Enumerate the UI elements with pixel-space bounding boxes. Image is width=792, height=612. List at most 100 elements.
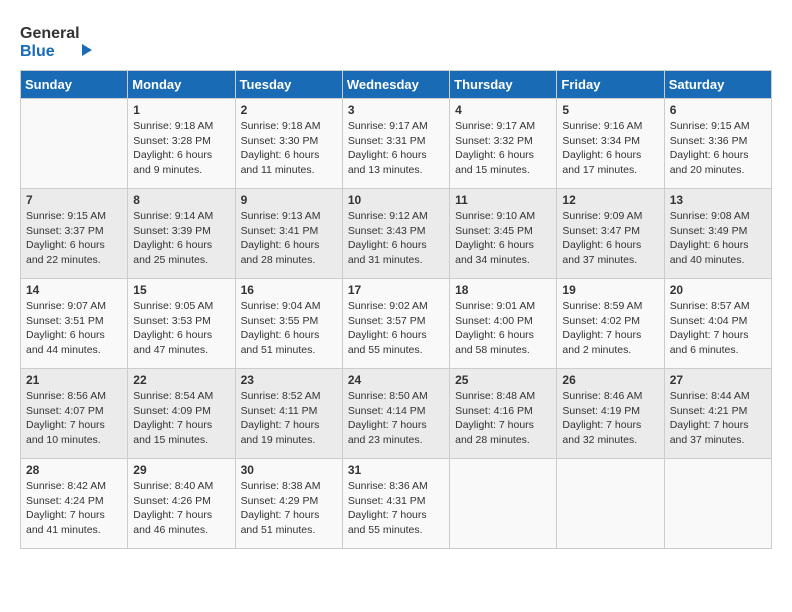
calendar-cell: 1 Sunrise: 9:18 AMSunset: 3:28 PMDaylight…	[128, 99, 235, 189]
weekday-header-thursday: Thursday	[450, 71, 557, 99]
day-info: Sunrise: 9:18 AMSunset: 3:30 PMDaylight:…	[241, 119, 337, 178]
calendar-cell: 2 Sunrise: 9:18 AMSunset: 3:30 PMDaylight…	[235, 99, 342, 189]
page-header: GeneralBlue	[20, 20, 772, 60]
day-number: 7	[26, 193, 122, 207]
calendar-cell: 24Sunrise: 8:50 AMSunset: 4:14 PMDayligh…	[342, 369, 449, 459]
day-info: Sunrise: 9:01 AMSunset: 4:00 PMDaylight:…	[455, 299, 551, 358]
calendar-cell: 29 Sunrise: 8:40 AMSunset: 4:26 PMDayligh…	[128, 459, 235, 549]
day-number: 8	[133, 193, 229, 207]
day-number: 12	[562, 193, 658, 207]
day-info: Sunrise: 8:48 AMSunset: 4:16 PMDaylight:…	[455, 389, 551, 448]
day-number: 25	[455, 373, 551, 387]
day-number: 5	[562, 103, 658, 117]
calendar-cell: 3 Sunrise: 9:17 AMSunset: 3:31 PMDaylight…	[342, 99, 449, 189]
calendar-cell	[450, 459, 557, 549]
day-number: 17	[348, 283, 444, 297]
calendar-cell: 4 Sunrise: 9:17 AMSunset: 3:32 PMDaylight…	[450, 99, 557, 189]
calendar-cell: 6 Sunrise: 9:15 AMSunset: 3:36 PMDaylight…	[664, 99, 771, 189]
day-number: 11	[455, 193, 551, 207]
day-number: 3	[348, 103, 444, 117]
calendar-cell: 19Sunrise: 8:59 AMSunset: 4:02 PMDayligh…	[557, 279, 664, 369]
calendar-cell: 7 Sunrise: 9:15 AMSunset: 3:37 PMDaylight…	[21, 189, 128, 279]
day-number: 26	[562, 373, 658, 387]
day-number: 16	[241, 283, 337, 297]
day-info: Sunrise: 8:56 AMSunset: 4:07 PMDaylight:…	[26, 389, 122, 448]
day-number: 18	[455, 283, 551, 297]
day-info: Sunrise: 8:40 AMSunset: 4:26 PMDaylight:…	[133, 479, 229, 538]
day-number: 10	[348, 193, 444, 207]
day-number: 29	[133, 463, 229, 477]
day-info: Sunrise: 9:18 AMSunset: 3:28 PMDaylight:…	[133, 119, 229, 178]
day-info: Sunrise: 9:17 AMSunset: 3:32 PMDaylight:…	[455, 119, 551, 178]
day-info: Sunrise: 9:04 AMSunset: 3:55 PMDaylight:…	[241, 299, 337, 358]
day-info: Sunrise: 8:42 AMSunset: 4:24 PMDaylight:…	[26, 479, 122, 538]
day-info: Sunrise: 9:13 AMSunset: 3:41 PMDaylight:…	[241, 209, 337, 268]
svg-text:General: General	[20, 25, 80, 42]
day-number: 19	[562, 283, 658, 297]
day-info: Sunrise: 8:57 AMSunset: 4:04 PMDaylight:…	[670, 299, 766, 358]
logo: GeneralBlue	[20, 20, 100, 60]
day-info: Sunrise: 9:10 AMSunset: 3:45 PMDaylight:…	[455, 209, 551, 268]
day-number: 1	[133, 103, 229, 117]
day-number: 27	[670, 373, 766, 387]
svg-text:Blue: Blue	[20, 43, 55, 60]
day-number: 23	[241, 373, 337, 387]
calendar-cell: 5 Sunrise: 9:16 AMSunset: 3:34 PMDaylight…	[557, 99, 664, 189]
calendar-table: SundayMondayTuesdayWednesdayThursdayFrid…	[20, 70, 772, 549]
calendar-week-row: 28Sunrise: 8:42 AMSunset: 4:24 PMDayligh…	[21, 459, 772, 549]
day-number: 31	[348, 463, 444, 477]
calendar-week-row: 7 Sunrise: 9:15 AMSunset: 3:37 PMDaylight…	[21, 189, 772, 279]
day-info: Sunrise: 9:07 AMSunset: 3:51 PMDaylight:…	[26, 299, 122, 358]
calendar-cell: 16 Sunrise: 9:04 AMSunset: 3:55 PMDayligh…	[235, 279, 342, 369]
calendar-cell: 14 Sunrise: 9:07 AMSunset: 3:51 PMDayligh…	[21, 279, 128, 369]
day-number: 4	[455, 103, 551, 117]
day-info: Sunrise: 8:54 AMSunset: 4:09 PMDaylight:…	[133, 389, 229, 448]
calendar-cell: 28Sunrise: 8:42 AMSunset: 4:24 PMDayligh…	[21, 459, 128, 549]
day-info: Sunrise: 9:16 AMSunset: 3:34 PMDaylight:…	[562, 119, 658, 178]
day-info: Sunrise: 8:44 AMSunset: 4:21 PMDaylight:…	[670, 389, 766, 448]
weekday-header-saturday: Saturday	[664, 71, 771, 99]
day-info: Sunrise: 9:08 AMSunset: 3:49 PMDaylight:…	[670, 209, 766, 268]
calendar-cell: 25 Sunrise: 8:48 AMSunset: 4:16 PMDayligh…	[450, 369, 557, 459]
day-info: Sunrise: 9:05 AMSunset: 3:53 PMDaylight:…	[133, 299, 229, 358]
day-info: Sunrise: 9:09 AMSunset: 3:47 PMDaylight:…	[562, 209, 658, 268]
calendar-cell	[557, 459, 664, 549]
day-number: 13	[670, 193, 766, 207]
calendar-week-row: 21 Sunrise: 8:56 AMSunset: 4:07 PMDayligh…	[21, 369, 772, 459]
calendar-cell: 11 Sunrise: 9:10 AMSunset: 3:45 PMDayligh…	[450, 189, 557, 279]
day-number: 22	[133, 373, 229, 387]
day-info: Sunrise: 9:17 AMSunset: 3:31 PMDaylight:…	[348, 119, 444, 178]
day-number: 14	[26, 283, 122, 297]
calendar-cell: 13 Sunrise: 9:08 AMSunset: 3:49 PMDayligh…	[664, 189, 771, 279]
day-info: Sunrise: 9:15 AMSunset: 3:36 PMDaylight:…	[670, 119, 766, 178]
calendar-cell: 15 Sunrise: 9:05 AMSunset: 3:53 PMDayligh…	[128, 279, 235, 369]
day-info: Sunrise: 8:38 AMSunset: 4:29 PMDaylight:…	[241, 479, 337, 538]
day-number: 15	[133, 283, 229, 297]
calendar-cell	[21, 99, 128, 189]
day-number: 2	[241, 103, 337, 117]
weekday-header-friday: Friday	[557, 71, 664, 99]
calendar-cell: 10Sunrise: 9:12 AMSunset: 3:43 PMDayligh…	[342, 189, 449, 279]
calendar-week-row: 14 Sunrise: 9:07 AMSunset: 3:51 PMDayligh…	[21, 279, 772, 369]
weekday-header-monday: Monday	[128, 71, 235, 99]
day-info: Sunrise: 8:46 AMSunset: 4:19 PMDaylight:…	[562, 389, 658, 448]
calendar-cell: 27 Sunrise: 8:44 AMSunset: 4:21 PMDayligh…	[664, 369, 771, 459]
day-info: Sunrise: 9:14 AMSunset: 3:39 PMDaylight:…	[133, 209, 229, 268]
calendar-cell: 8 Sunrise: 9:14 AMSunset: 3:39 PMDaylight…	[128, 189, 235, 279]
weekday-header-sunday: Sunday	[21, 71, 128, 99]
calendar-cell: 12 Sunrise: 9:09 AMSunset: 3:47 PMDayligh…	[557, 189, 664, 279]
day-number: 20	[670, 283, 766, 297]
calendar-cell: 18 Sunrise: 9:01 AMSunset: 4:00 PMDayligh…	[450, 279, 557, 369]
weekday-header-row: SundayMondayTuesdayWednesdayThursdayFrid…	[21, 71, 772, 99]
calendar-cell: 17Sunrise: 9:02 AMSunset: 3:57 PMDayligh…	[342, 279, 449, 369]
day-number: 21	[26, 373, 122, 387]
calendar-cell	[664, 459, 771, 549]
logo-icon: GeneralBlue	[20, 20, 100, 60]
day-number: 24	[348, 373, 444, 387]
day-number: 6	[670, 103, 766, 117]
day-info: Sunrise: 9:15 AMSunset: 3:37 PMDaylight:…	[26, 209, 122, 268]
calendar-cell: 22 Sunrise: 8:54 AMSunset: 4:09 PMDayligh…	[128, 369, 235, 459]
calendar-cell: 21 Sunrise: 8:56 AMSunset: 4:07 PMDayligh…	[21, 369, 128, 459]
day-info: Sunrise: 8:52 AMSunset: 4:11 PMDaylight:…	[241, 389, 337, 448]
calendar-cell: 30Sunrise: 8:38 AMSunset: 4:29 PMDayligh…	[235, 459, 342, 549]
